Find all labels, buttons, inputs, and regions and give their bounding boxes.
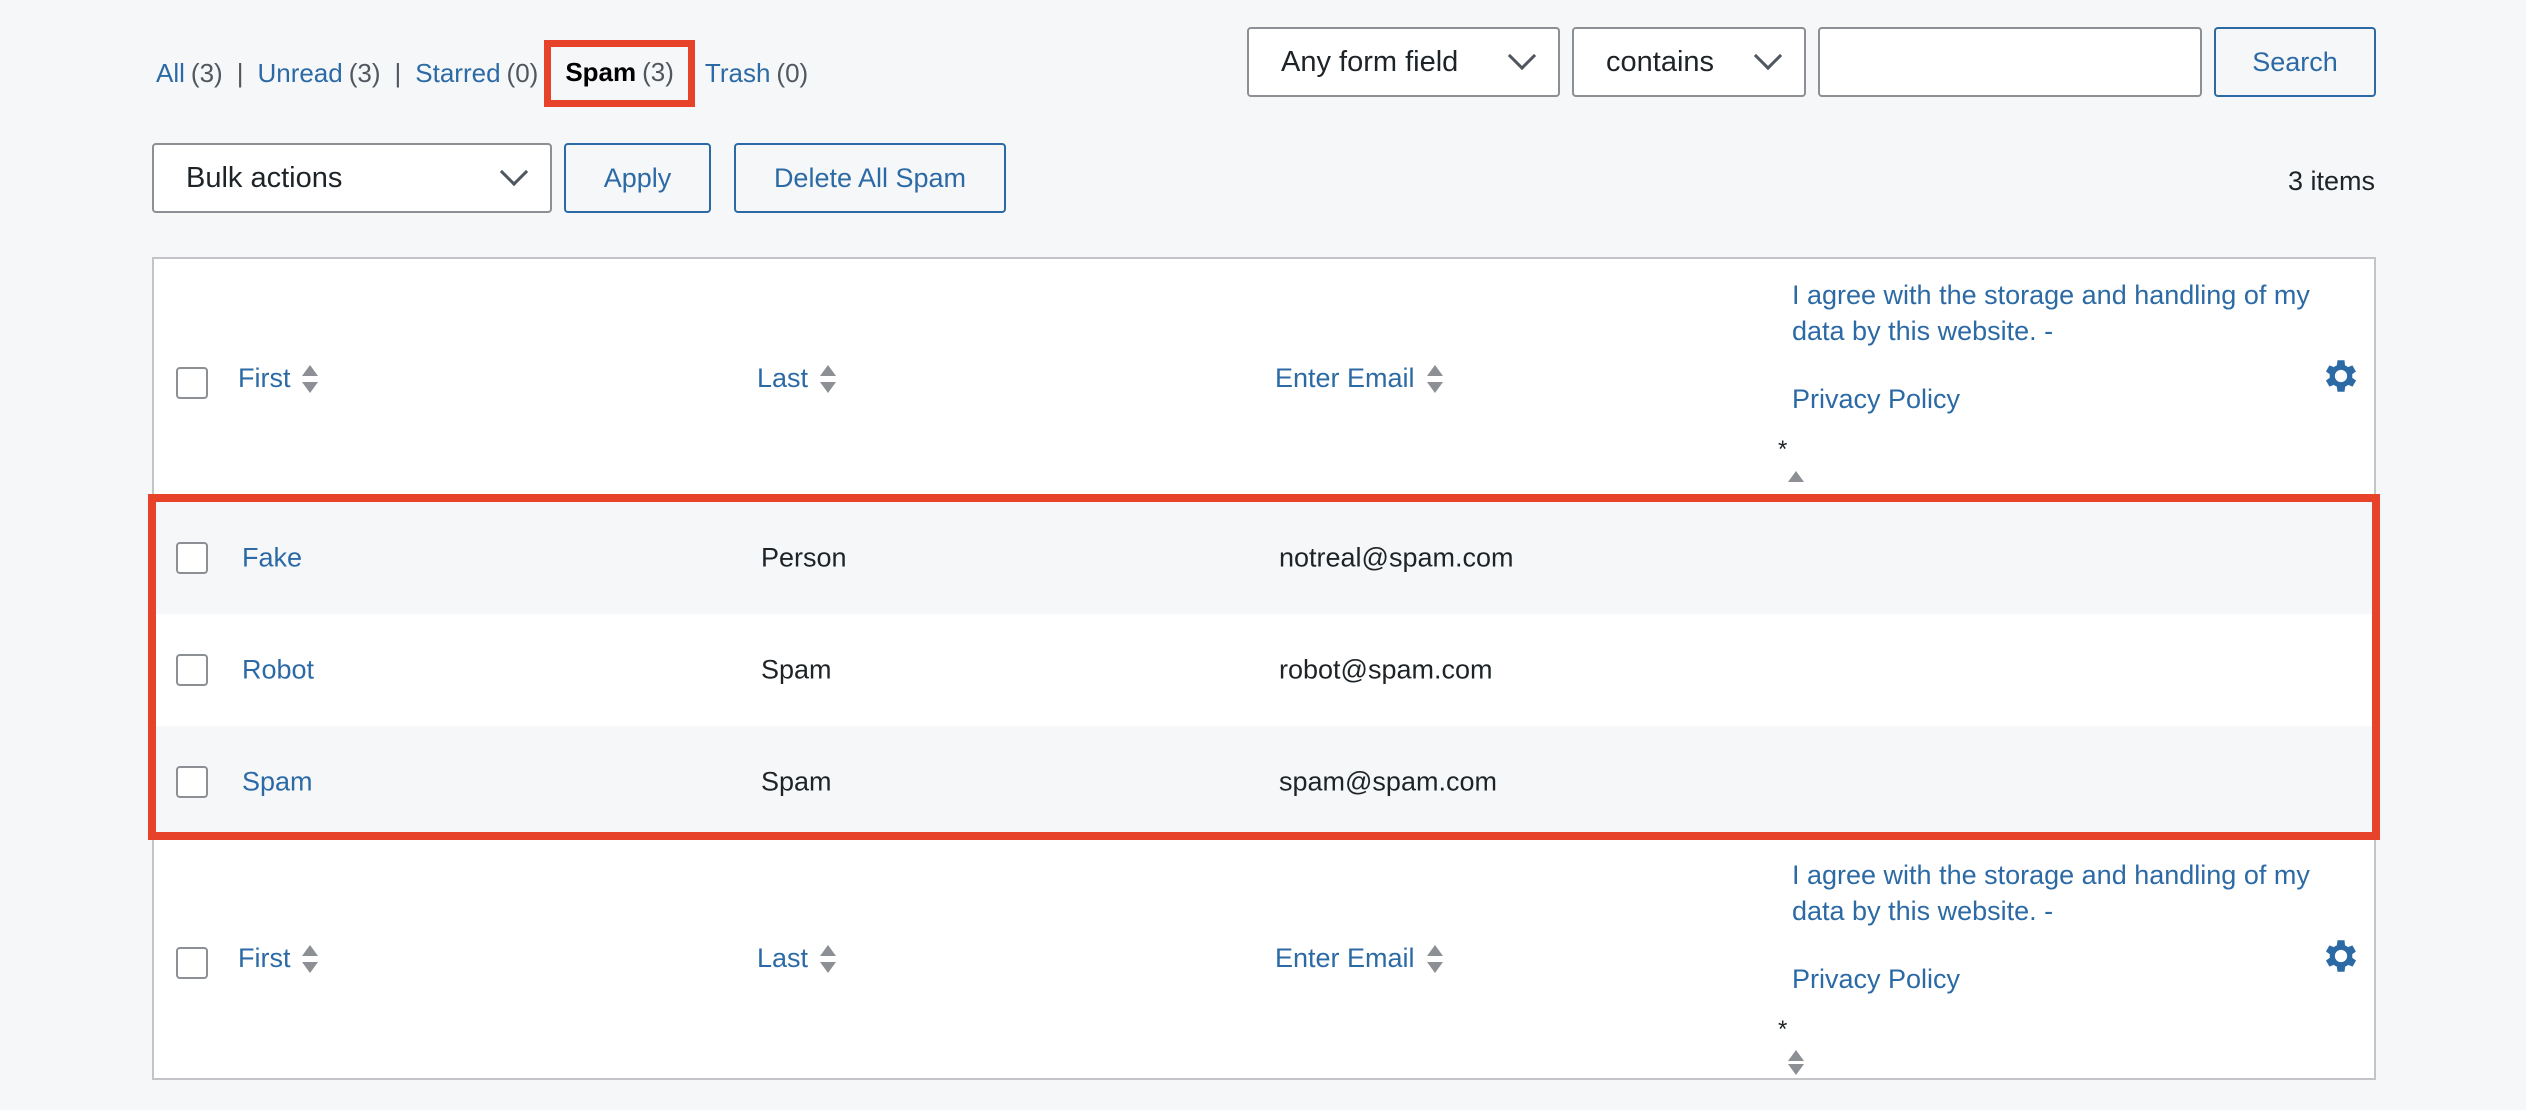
column-footer-email[interactable]: Enter Email [1275,943,1443,974]
table-footer-row: First Last Enter Email I agree with the … [154,839,2374,1076]
entry-email: spam@spam.com [1279,766,1497,797]
privacy-policy-link[interactable]: Privacy Policy [1792,961,2312,997]
table-header-row: First Last Enter Email I agree with the … [154,259,2374,496]
sort-up-icon [1788,471,1804,482]
filter-spam-count: (3) [642,57,674,87]
status-filter-links: All (3) | Unread (3) | Starred (0) Spam … [156,40,808,107]
chevron-down-icon [499,157,529,187]
search-operator-select[interactable]: contains [1572,27,1806,97]
column-header-consent[interactable]: I agree with the storage and handling of… [1792,277,2312,417]
entries-table: First Last Enter Email I agree with the … [152,257,2376,1080]
bulk-actions-select-value: Bulk actions [186,161,343,194]
row-checkbox[interactable] [176,766,208,798]
entry-last-name: Spam [761,766,832,797]
column-header-last[interactable]: Last [757,363,837,394]
column-header-email[interactable]: Enter Email [1275,363,1443,394]
sort-arrows-icon [820,944,837,973]
sort-arrows-icon [1426,364,1443,393]
filter-all-link[interactable]: All [156,58,185,89]
gear-icon[interactable] [2320,355,2362,397]
search-field-select-value: Any form field [1281,45,1459,78]
filter-unread-link[interactable]: Unread [257,58,342,89]
entry-first-name-link[interactable]: Spam [242,767,313,798]
sort-arrows-icon [1426,944,1443,973]
items-count: 3 items [2287,166,2375,196]
select-all-checkbox[interactable] [176,367,208,399]
table-row[interactable]: Spam Spam spam@spam.com [154,726,2374,838]
required-asterisk: * [1778,1016,1788,1043]
delete-all-spam-button[interactable]: Delete All Spam [734,143,1006,213]
column-footer-consent[interactable]: I agree with the storage and handling of… [1792,857,2312,997]
sort-arrows-icon [302,364,319,393]
required-asterisk: * [1778,436,1788,463]
entry-first-name-link[interactable]: Robot [242,655,314,686]
filter-all-count: (3) [190,58,223,88]
filter-trash-count: (0) [776,58,809,88]
filter-separator: | [394,58,402,88]
filter-trash-link[interactable]: Trash [705,58,771,89]
column-footer-last[interactable]: Last [757,943,837,974]
filter-separator: | [236,58,244,88]
search-operator-select-value: contains [1606,45,1715,78]
apply-button[interactable]: Apply [564,143,711,213]
search-button[interactable]: Search [2214,27,2376,97]
row-checkbox[interactable] [176,542,208,574]
entry-first-name-link[interactable]: Fake [242,543,302,574]
select-all-checkbox-footer[interactable] [176,947,208,979]
table-row[interactable]: Robot Spam robot@spam.com [154,614,2374,726]
column-footer-first[interactable]: First [238,943,319,974]
chevron-down-icon [1753,41,1783,71]
filter-spam-current[interactable]: Spam (3) [544,40,695,107]
sort-up-icon [1788,1050,1804,1061]
filter-starred-count: (0) [506,58,539,88]
filter-starred-link[interactable]: Starred [415,58,500,89]
sort-arrows-icon [820,364,837,393]
privacy-policy-link[interactable]: Privacy Policy [1792,381,2312,417]
bulk-actions-select[interactable]: Bulk actions [152,143,552,213]
table-row[interactable]: Fake Person notreal@spam.com [154,502,2374,614]
filter-unread-count: (3) [348,58,381,88]
column-header-first[interactable]: First [238,363,319,394]
row-checkbox[interactable] [176,654,208,686]
entry-last-name: Person [761,542,847,573]
chevron-down-icon [1507,41,1537,71]
sort-arrows-icon [302,944,319,973]
search-input[interactable] [1818,27,2202,97]
entry-email: robot@spam.com [1279,654,1493,685]
entry-email: notreal@spam.com [1279,542,1514,573]
entry-last-name: Spam [761,654,832,685]
sort-down-icon [1788,1064,1804,1075]
search-field-select[interactable]: Any form field [1247,27,1560,97]
gear-icon[interactable] [2320,935,2362,977]
filter-spam-label: Spam [565,57,637,87]
